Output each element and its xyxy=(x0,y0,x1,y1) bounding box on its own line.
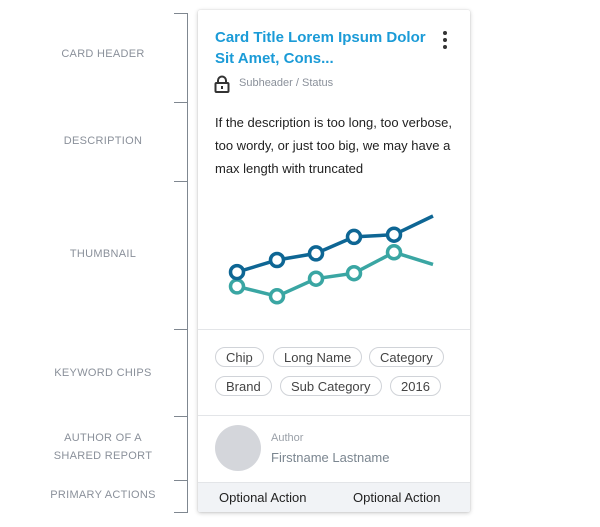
chip[interactable]: Sub Category xyxy=(280,376,382,396)
series-line-1 xyxy=(236,250,434,299)
label-author-line1: AUTHOR OF A xyxy=(64,432,142,444)
series-point-1-3 xyxy=(345,264,363,282)
label-primary-actions: PRIMARY ACTIONS xyxy=(50,489,156,501)
series-point-1-0 xyxy=(228,278,246,295)
report-card: Card Title Lorem Ipsum Dolor Sit Amet, C… xyxy=(198,10,470,512)
series-point-1-1 xyxy=(268,288,286,305)
card-subheader: Subheader / Status xyxy=(239,77,334,89)
card-title[interactable]: Card Title Lorem Ipsum Dolor Sit Amet, C… xyxy=(215,27,430,69)
divider-chips xyxy=(198,329,470,330)
label-description: DESCRIPTION xyxy=(63,135,143,147)
series-point-1-4 xyxy=(385,244,403,261)
label-keyword-chips: KEYWORD CHIPS xyxy=(54,367,152,379)
chip[interactable]: Chip xyxy=(215,347,264,367)
card-description: If the description is too long, too verb… xyxy=(215,115,453,176)
divider-author xyxy=(198,415,470,416)
bracket-keyword-chips xyxy=(174,329,188,417)
label-author-line2: SHARED REPORT xyxy=(53,450,153,462)
optional-action-button[interactable]: Optional Action xyxy=(353,490,440,505)
author-label: Author xyxy=(271,432,304,444)
author-name[interactable]: Firstname Lastname xyxy=(271,450,390,465)
kebab-menu-icon[interactable] xyxy=(438,30,452,50)
series-point-1-2 xyxy=(307,270,325,287)
series-line-0 xyxy=(236,214,434,274)
bracket-primary-actions xyxy=(174,480,188,513)
series-point-0-1 xyxy=(268,251,286,269)
series-point-0-0 xyxy=(228,263,246,281)
bracket-thumbnail xyxy=(174,181,188,330)
label-card-header: CARD HEADER xyxy=(61,48,145,60)
thumbnail-chart xyxy=(228,214,434,305)
label-thumbnail: THUMBNAIL xyxy=(69,248,137,260)
chip[interactable]: Category xyxy=(369,347,444,367)
annotation-column: CARD HEADER DESCRIPTION THUMBNAIL KEYWOR… xyxy=(0,0,200,527)
optional-action-button[interactable]: Optional Action xyxy=(219,490,306,505)
series-point-0-3 xyxy=(345,228,363,246)
bracket-author xyxy=(174,416,188,481)
chip[interactable]: Long Name xyxy=(273,347,363,367)
bracket-description xyxy=(174,102,188,182)
series-point-0-4 xyxy=(385,226,403,243)
chip[interactable]: 2016 xyxy=(390,376,441,396)
lock-icon xyxy=(214,75,230,93)
author-avatar[interactable] xyxy=(215,425,261,471)
primary-actions-bar: Optional Action Optional Action xyxy=(198,482,470,512)
chip[interactable]: Brand xyxy=(215,376,272,396)
bracket-card-header xyxy=(174,13,188,103)
series-point-0-2 xyxy=(307,245,325,262)
